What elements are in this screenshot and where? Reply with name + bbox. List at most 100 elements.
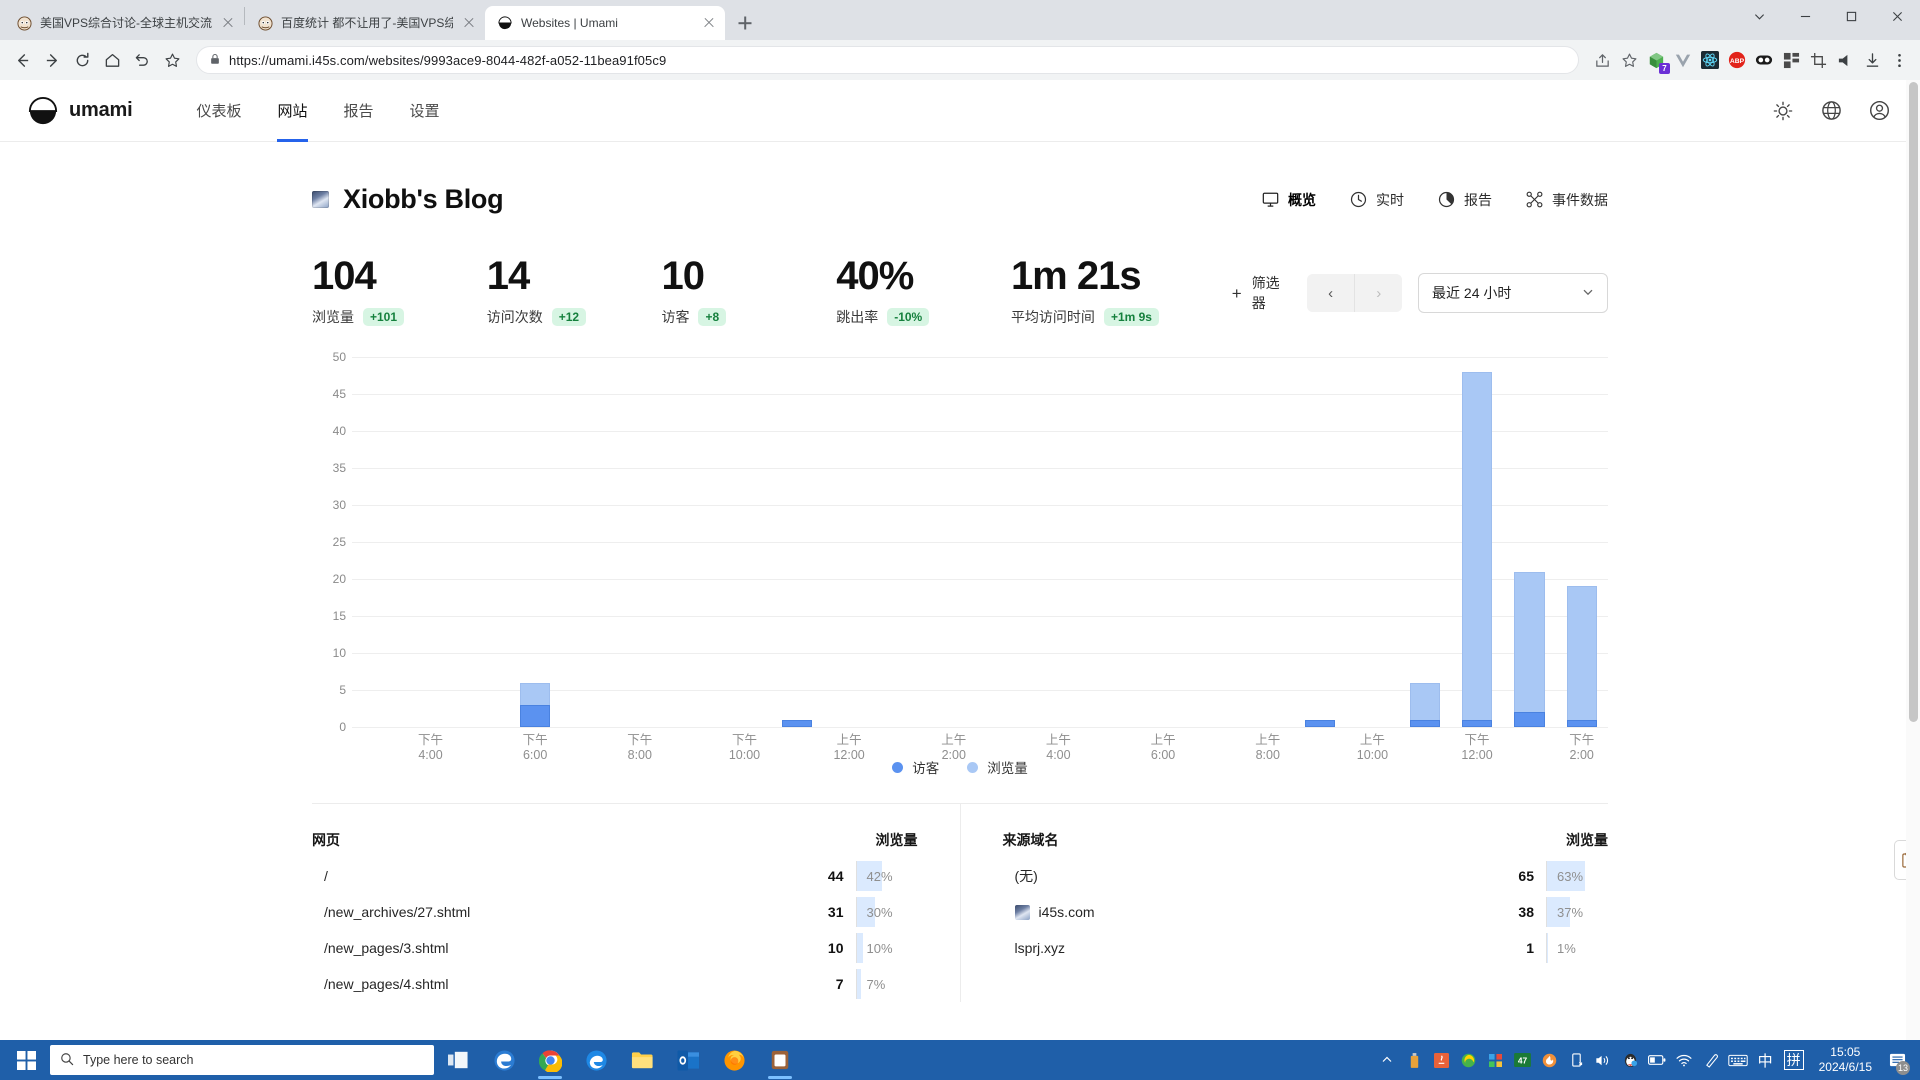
nav-item-dashboard[interactable]: 仪表板: [178, 80, 259, 142]
green-cube-extension[interactable]: 7: [1643, 47, 1670, 74]
reload-icon[interactable]: [68, 46, 96, 74]
chart-bar-slot[interactable]: [509, 357, 561, 727]
new-tab-button[interactable]: [731, 9, 759, 37]
browser-tab-1[interactable]: 百度统计 都不让用了-美国VPS综: [245, 6, 485, 40]
next-period-button[interactable]: ›: [1354, 274, 1403, 312]
close-icon[interactable]: [220, 15, 236, 31]
battery-icon[interactable]: [1644, 1040, 1671, 1080]
nav-item-reports[interactable]: 报告: [326, 80, 392, 142]
firefox-icon[interactable]: [712, 1040, 756, 1080]
maxthon-icon[interactable]: [1455, 1040, 1482, 1080]
chart-bar-slot[interactable]: [823, 357, 875, 727]
vue-devtools-extension[interactable]: [1670, 47, 1696, 73]
chart-bar-slot[interactable]: [1085, 357, 1137, 727]
table-row[interactable]: (无) 65 63%: [1003, 858, 1609, 894]
close-icon[interactable]: [461, 15, 477, 31]
chart-bar-slot[interactable]: [875, 357, 927, 727]
table-row[interactable]: lsprj.xyz 1 1%: [1003, 930, 1609, 966]
browser-tab-0[interactable]: 美国VPS综合讨论-全球主机交流: [4, 6, 244, 40]
chart-bar-slot[interactable]: [1451, 357, 1503, 727]
chart-bar-slot[interactable]: [1032, 357, 1084, 727]
chart-bar-slot[interactable]: [561, 357, 613, 727]
volume-icon[interactable]: [1590, 1040, 1617, 1080]
chart-bar-slot[interactable]: [352, 357, 404, 727]
table-row[interactable]: /new_pages/4.shtml 7 7%: [312, 966, 918, 1002]
table-row[interactable]: / 44 42%: [312, 858, 918, 894]
chart-bar-slot[interactable]: [1294, 357, 1346, 727]
clipboard-app-icon[interactable]: [758, 1040, 802, 1080]
tab-overview[interactable]: 概览: [1262, 190, 1316, 210]
close-button[interactable]: [1874, 0, 1920, 32]
star-icon[interactable]: [158, 46, 186, 74]
download-icon[interactable]: [1859, 47, 1885, 73]
chart-bar-slot[interactable]: [1137, 357, 1189, 727]
wifi-icon[interactable]: [1671, 1040, 1698, 1080]
usb-eject-icon[interactable]: [1563, 1040, 1590, 1080]
chrome-menu-icon[interactable]: [1886, 47, 1912, 73]
chrome-icon[interactable]: [528, 1040, 572, 1080]
tab-reports[interactable]: 报告: [1438, 190, 1492, 210]
home-icon[interactable]: [98, 46, 126, 74]
browser-tab-2[interactable]: Websites | Umami: [485, 6, 725, 40]
address-bar[interactable]: https://umami.i45s.com/websites/9993ace9…: [196, 46, 1579, 74]
undo-icon[interactable]: [128, 46, 156, 74]
chart-bar-slot[interactable]: [1556, 357, 1608, 727]
speaker-extension[interactable]: [1832, 47, 1858, 73]
back-icon[interactable]: [8, 46, 36, 74]
chart-bar-slot[interactable]: [404, 357, 456, 727]
taskbar-clock[interactable]: 15:05 2024/6/15: [1809, 1045, 1882, 1075]
chart-bar-slot[interactable]: [980, 357, 1032, 727]
table-row[interactable]: /new_pages/3.shtml 10 10%: [312, 930, 918, 966]
chart-bar-slot[interactable]: [928, 357, 980, 727]
edge-legacy-icon[interactable]: [574, 1040, 618, 1080]
counter-47-icon[interactable]: 47: [1509, 1040, 1536, 1080]
close-icon[interactable]: [701, 15, 717, 31]
tab-realtime[interactable]: 实时: [1350, 190, 1404, 210]
task-view-icon[interactable]: [436, 1040, 480, 1080]
chart-bar-slot[interactable]: [1399, 357, 1451, 727]
profile-icon[interactable]: [1866, 98, 1892, 124]
chart-bar-slot[interactable]: [718, 357, 770, 727]
keyboard-icon[interactable]: [1725, 1040, 1752, 1080]
language-icon[interactable]: [1818, 98, 1844, 124]
theme-toggle-icon[interactable]: [1770, 98, 1796, 124]
share-icon[interactable]: [1589, 47, 1615, 73]
tab-event-data[interactable]: 事件数据: [1526, 190, 1608, 210]
nav-item-settings[interactable]: 设置: [392, 80, 458, 142]
forward-icon[interactable]: [38, 46, 66, 74]
taskbar-search[interactable]: Type here to search: [50, 1045, 434, 1075]
chart-bar-slot[interactable]: [457, 357, 509, 727]
maximize-button[interactable]: [1828, 0, 1874, 32]
chevron-down-icon[interactable]: [1736, 0, 1782, 32]
screenshot-crop-extension[interactable]: [1805, 47, 1831, 73]
filter-button[interactable]: + 筛选器: [1232, 273, 1291, 313]
pen-icon[interactable]: [1698, 1040, 1725, 1080]
java-icon[interactable]: [1428, 1040, 1455, 1080]
page-scrollbar[interactable]: [1906, 80, 1920, 1040]
apps-grid-extension[interactable]: [1778, 47, 1804, 73]
chart-bar-slot[interactable]: [1503, 357, 1555, 727]
pinyin-icon[interactable]: 拼: [1783, 1050, 1804, 1070]
chart-bar-slot[interactable]: [666, 357, 718, 727]
start-button[interactable]: [4, 1040, 48, 1080]
qq-icon[interactable]: [1617, 1040, 1644, 1080]
react-devtools-extension[interactable]: [1697, 47, 1723, 73]
table-row[interactable]: i45s.com 38 37%: [1003, 894, 1609, 930]
chart-bar-slot[interactable]: [1242, 357, 1294, 727]
chart-bar-slot[interactable]: [1189, 357, 1241, 727]
file-explorer-icon[interactable]: [620, 1040, 664, 1080]
table-row[interactable]: /new_archives/27.shtml 31 30%: [312, 894, 918, 930]
prev-period-button[interactable]: ‹: [1306, 274, 1355, 312]
brand[interactable]: umami: [28, 96, 133, 126]
edge-browser-icon[interactable]: [482, 1040, 526, 1080]
colorful-icon[interactable]: [1482, 1040, 1509, 1080]
minimize-button[interactable]: [1782, 0, 1828, 32]
usb-icon[interactable]: [1401, 1040, 1428, 1080]
date-range-select[interactable]: 最近 24 小时: [1418, 273, 1609, 313]
dark-reader-extension[interactable]: [1751, 47, 1777, 73]
chart-bar-slot[interactable]: [614, 357, 666, 727]
flame-icon[interactable]: [1536, 1040, 1563, 1080]
chart-bar-slot[interactable]: [1346, 357, 1398, 727]
bookmark-star-icon[interactable]: [1616, 47, 1642, 73]
notification-center-button[interactable]: 13: [1882, 1040, 1912, 1080]
